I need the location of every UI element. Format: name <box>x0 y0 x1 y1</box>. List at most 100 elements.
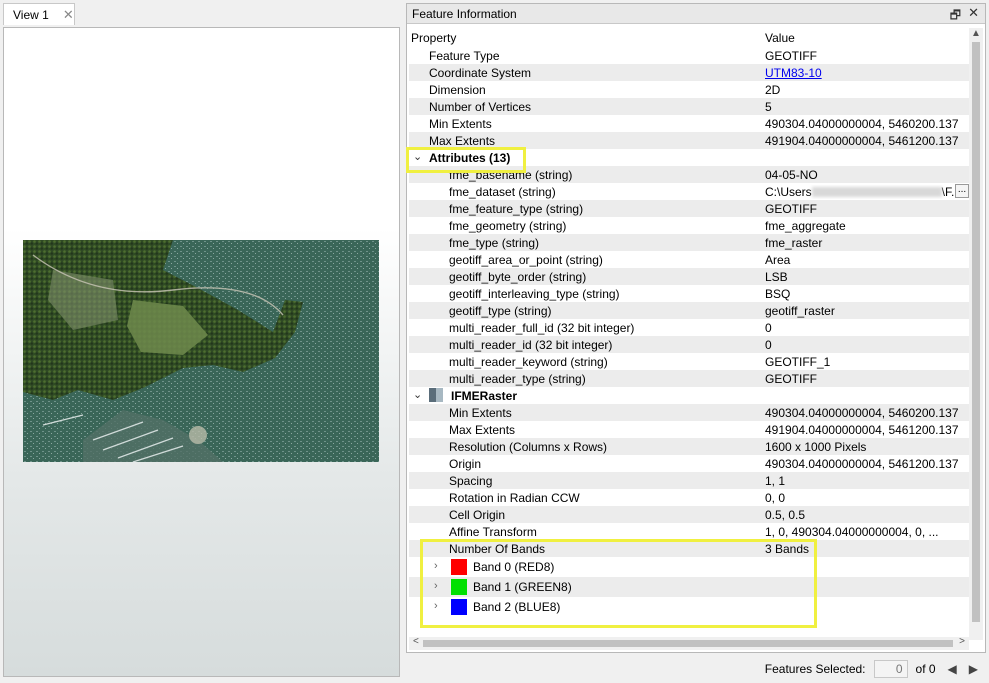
band-property: Band 1 (GREEN8) <box>409 579 765 595</box>
grid-row[interactable]: Origin 490304.04000000004, 5461200.137 <box>409 455 969 472</box>
property-value: Area <box>765 252 791 267</box>
grid-row[interactable]: Number of Vertices 5 <box>409 98 969 115</box>
band-row[interactable]: › Band 0 (RED8) <box>409 557 969 577</box>
property-value: 0 <box>765 337 772 352</box>
features-total: of 0 <box>915 662 936 676</box>
property-name: Min Extents <box>449 405 512 420</box>
chevron-down-icon[interactable]: ⌄ <box>413 150 422 163</box>
property-value: 3 Bands <box>765 541 810 556</box>
property-name: fme_geometry (string) <box>449 218 567 233</box>
grid-row[interactable]: Cell Origin 0.5, 0.5 <box>409 506 969 523</box>
grid-row[interactable]: Dimension 2D <box>409 81 969 98</box>
chevron-right-icon[interactable]: › <box>434 600 438 612</box>
property-value: BSQ <box>765 286 791 301</box>
grid-row[interactable]: multi_reader_id (32 bit integer) 0 <box>409 336 969 353</box>
property-value: C:\Users \F... <box>765 185 969 199</box>
chevron-down-icon[interactable]: ⌄ <box>413 388 422 401</box>
property-value: 1, 0, 490304.04000000004, 0, ... <box>765 524 939 539</box>
grid-row[interactable]: fme_feature_type (string) GEOTIFF <box>409 200 969 217</box>
band-row[interactable]: › Band 2 (BLUE8) <box>409 597 969 617</box>
previous-feature-icon[interactable]: ◀ <box>948 662 957 676</box>
property-value: 490304.04000000004, 5461200.137 <box>765 456 959 471</box>
property-name: Dimension <box>429 82 486 97</box>
property-value: 491904.04000000004, 5461200.137 <box>765 422 959 437</box>
grid-row[interactable]: geotiff_area_or_point (string) Area <box>409 251 969 268</box>
scroll-up-icon[interactable]: ▲ <box>971 28 981 39</box>
grid-row[interactable]: Min Extents 490304.04000000004, 5460200.1… <box>409 115 969 132</box>
grid-row[interactable]: geotiff_type (string) geotiff_raster <box>409 302 969 319</box>
expand-value-button[interactable]: ... <box>955 184 969 198</box>
horizontal-scrollbar[interactable]: < > <box>409 636 969 650</box>
grid-row[interactable]: Spacing 1, 1 <box>409 472 969 489</box>
coordinate-system-link[interactable]: UTM83-10 <box>765 66 969 80</box>
vertical-scrollbar[interactable]: ▲ <box>969 28 983 640</box>
raster-aerial-image[interactable] <box>23 240 379 462</box>
horizontal-scroll-thumb[interactable] <box>423 640 953 647</box>
property-name: Coordinate System <box>429 65 532 80</box>
group-row-attributes[interactable]: Attributes (13) ⌄ <box>409 149 969 166</box>
property-value: 04-05-NO <box>765 167 818 182</box>
next-feature-icon[interactable]: ▶ <box>969 662 978 676</box>
grid-row[interactable]: fme_type (string) fme_raster <box>409 234 969 251</box>
tab-view-1[interactable]: View 1 ✕ <box>3 3 75 25</box>
property-name: Max Extents <box>429 133 496 148</box>
band-color-swatch <box>451 579 467 595</box>
grid-row[interactable]: Number Of Bands 3 Bands <box>409 540 969 557</box>
property-name: fme_feature_type (string) <box>449 201 584 216</box>
property-name: Max Extents <box>449 422 516 437</box>
property-name: Cell Origin <box>449 507 506 522</box>
grid-row[interactable]: fme_basename (string) 04-05-NO <box>409 166 969 183</box>
grid-row[interactable]: Max Extents 491904.04000000004, 5461200.1… <box>409 421 969 438</box>
chevron-right-icon[interactable]: › <box>434 580 438 592</box>
close-icon[interactable]: ✕ <box>968 5 979 21</box>
property-name: Feature Type <box>429 48 500 63</box>
property-name: Min Extents <box>429 116 492 131</box>
grid-row[interactable]: Affine Transform 1, 0, 490304.04000000004… <box>409 523 969 540</box>
group-row-ifmeraster[interactable]: IFMERaster ⌄ <box>409 387 969 404</box>
grid-row[interactable]: multi_reader_type (string) GEOTIFF <box>409 370 969 387</box>
property-value: GEOTIFF <box>765 371 817 386</box>
property-name: multi_reader_full_id (32 bit integer) <box>449 320 635 335</box>
map-view-canvas[interactable] <box>3 27 400 677</box>
grid-row[interactable]: Resolution (Columns x Rows) 1600 x 1000 P… <box>409 438 969 455</box>
grid-row[interactable]: Feature Type GEOTIFF <box>409 47 969 64</box>
property-value: 5 <box>765 99 772 114</box>
chevron-right-icon[interactable]: › <box>434 560 438 572</box>
grid-row[interactable]: fme_geometry (string) fme_aggregate <box>409 217 969 234</box>
scroll-left-icon[interactable]: < <box>413 636 419 647</box>
property-value: GEOTIFF <box>765 48 817 63</box>
property-name: geotiff_byte_order (string) <box>449 269 587 284</box>
column-header-value[interactable]: Value <box>765 31 795 45</box>
grid-row[interactable]: fme_dataset (string) C:\Users \F...... <box>409 183 969 200</box>
grid-row[interactable]: multi_reader_keyword (string) GEOTIFF_1 <box>409 353 969 370</box>
float-window-icon[interactable]: 🗗 <box>950 6 961 27</box>
raster-group-label: IFMERaster <box>451 389 518 403</box>
vertical-scroll-thumb[interactable] <box>972 42 980 622</box>
grid-row[interactable]: Max Extents 491904.04000000004, 5461200.1… <box>409 132 969 149</box>
grid-header: Property Value <box>409 28 969 47</box>
band-property: Band 0 (RED8) <box>409 559 765 575</box>
property-value: 0.5, 0.5 <box>765 507 806 522</box>
property-name: Rotation in Radian CCW <box>449 490 580 505</box>
property-name: fme_dataset (string) <box>449 184 556 199</box>
scroll-right-icon[interactable]: > <box>959 636 965 647</box>
band-color-swatch <box>451 559 467 575</box>
column-header-property[interactable]: Property <box>409 31 765 45</box>
property-name: multi_reader_type (string) <box>449 371 586 386</box>
property-name: Number Of Bands <box>449 541 546 556</box>
redacted-path <box>811 187 942 198</box>
property-value: 491904.04000000004, 5461200.137 <box>765 133 959 148</box>
band-color-swatch <box>451 599 467 615</box>
tab-close-icon[interactable]: ✕ <box>63 7 74 23</box>
grid-row[interactable]: Min Extents 490304.04000000004, 5460200.1… <box>409 404 969 421</box>
property-name: geotiff_interleaving_type (string) <box>449 286 620 301</box>
grid-row[interactable]: geotiff_byte_order (string) LSB <box>409 268 969 285</box>
property-value: 0 <box>765 320 772 335</box>
grid-row[interactable]: Rotation in Radian CCW 0, 0 <box>409 489 969 506</box>
property-value: GEOTIFF_1 <box>765 354 831 369</box>
grid-row[interactable]: geotiff_interleaving_type (string) BSQ <box>409 285 969 302</box>
grid-row[interactable]: multi_reader_full_id (32 bit integer) 0 <box>409 319 969 336</box>
features-selected-count[interactable]: 0 <box>873 660 908 678</box>
band-row[interactable]: › Band 1 (GREEN8) <box>409 577 969 597</box>
grid-row[interactable]: Coordinate System UTM83-10 <box>409 64 969 81</box>
